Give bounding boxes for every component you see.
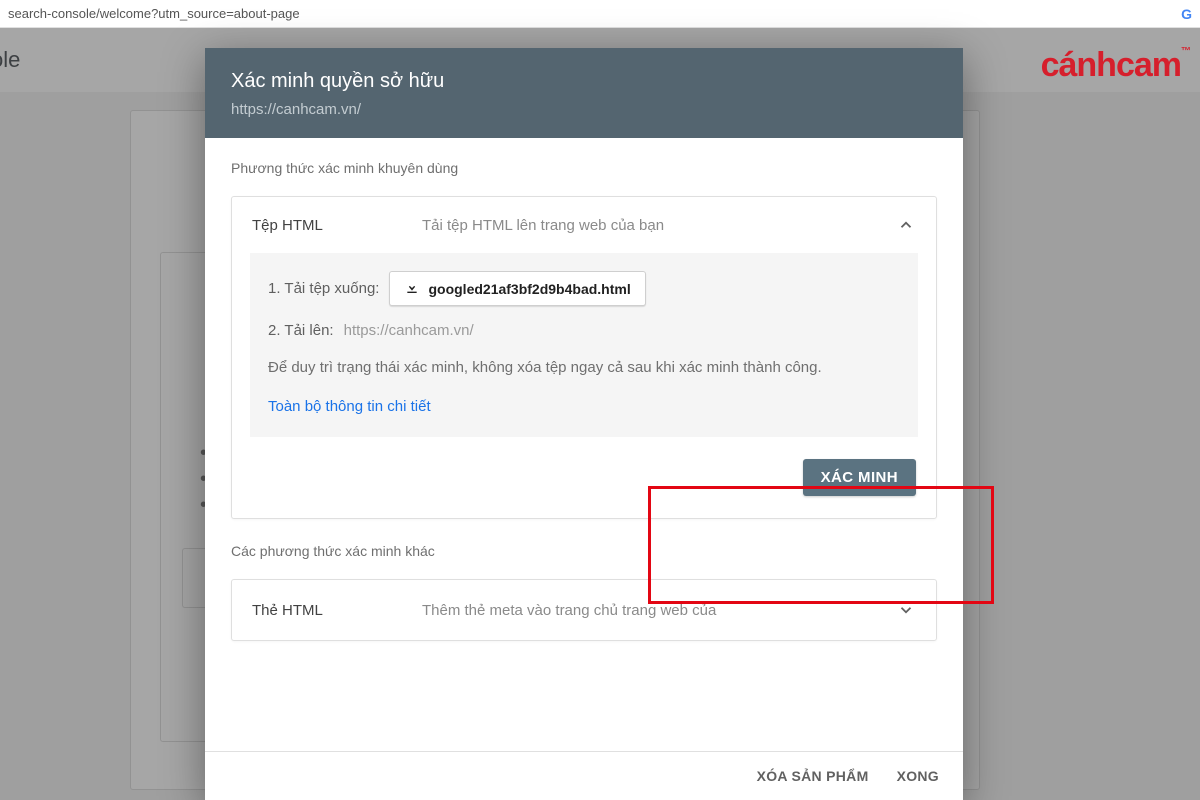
method-html-tag-desc: Thêm thẻ meta vào trang chủ trang web củ… [422, 602, 896, 619]
download-file-name: googled21af3bf2d9b4bad.html [428, 281, 630, 297]
brand-logo: cánhcam™ [1041, 46, 1190, 85]
step2-label: 2. Tải lên: [268, 318, 334, 344]
method-html-file-desc: Tải tệp HTML lên trang web của bạn [422, 217, 896, 234]
method-html-file-body: 1. Tải tệp xuống: googled21af3bf2d9b4bad… [250, 253, 918, 437]
done-button[interactable]: XONG [897, 768, 939, 784]
method-html-tag-card: Thẻ HTML Thêm thẻ meta vào trang chủ tra… [231, 579, 937, 641]
address-url[interactable]: search-console/welcome?utm_source=about-… [8, 6, 300, 21]
dialog-footer: XÓA SẢN PHẨM XONG [205, 751, 963, 800]
dialog-site-url: https://canhcam.vn/ [231, 101, 937, 118]
verify-button[interactable]: XÁC MINH [803, 459, 916, 496]
dialog-header: Xác minh quyền sở hữu https://canhcam.vn… [205, 48, 963, 138]
verification-note: Để duy trì trạng thái xác minh, không xó… [268, 356, 900, 380]
upload-target-url: https://canhcam.vn/ [344, 318, 474, 344]
dialog-title: Xác minh quyền sở hữu [231, 70, 937, 93]
other-methods-label: Các phương thức xác minh khác [231, 543, 937, 559]
method-html-tag-title: Thẻ HTML [252, 602, 422, 619]
method-html-tag-header[interactable]: Thẻ HTML Thêm thẻ meta vào trang chủ tra… [232, 580, 936, 640]
method-html-file-card: Tệp HTML Tải tệp HTML lên trang web của … [231, 196, 937, 519]
download-icon [404, 279, 420, 298]
method-html-file-title: Tệp HTML [252, 217, 422, 234]
verify-button-row: XÁC MINH [232, 437, 936, 518]
full-details-link[interactable]: Toàn bộ thông tin chi tiết [268, 394, 431, 420]
dialog-body[interactable]: Phương thức xác minh khuyên dùng Tệp HTM… [205, 138, 963, 751]
download-file-button[interactable]: googled21af3bf2d9b4bad.html [389, 271, 645, 306]
google-logo-icon: G [1181, 6, 1192, 22]
chevron-up-icon [896, 215, 916, 235]
browser-address-bar: search-console/welcome?utm_source=about-… [0, 0, 1200, 28]
recommended-methods-label: Phương thức xác minh khuyên dùng [231, 160, 937, 176]
chevron-down-icon [896, 600, 916, 620]
method-html-file-header[interactable]: Tệp HTML Tải tệp HTML lên trang web của … [232, 197, 936, 253]
remove-product-button[interactable]: XÓA SẢN PHẨM [757, 768, 869, 784]
verify-ownership-dialog: Xác minh quyền sở hữu https://canhcam.vn… [205, 48, 963, 800]
step1-label: 1. Tải tệp xuống: [268, 276, 379, 302]
